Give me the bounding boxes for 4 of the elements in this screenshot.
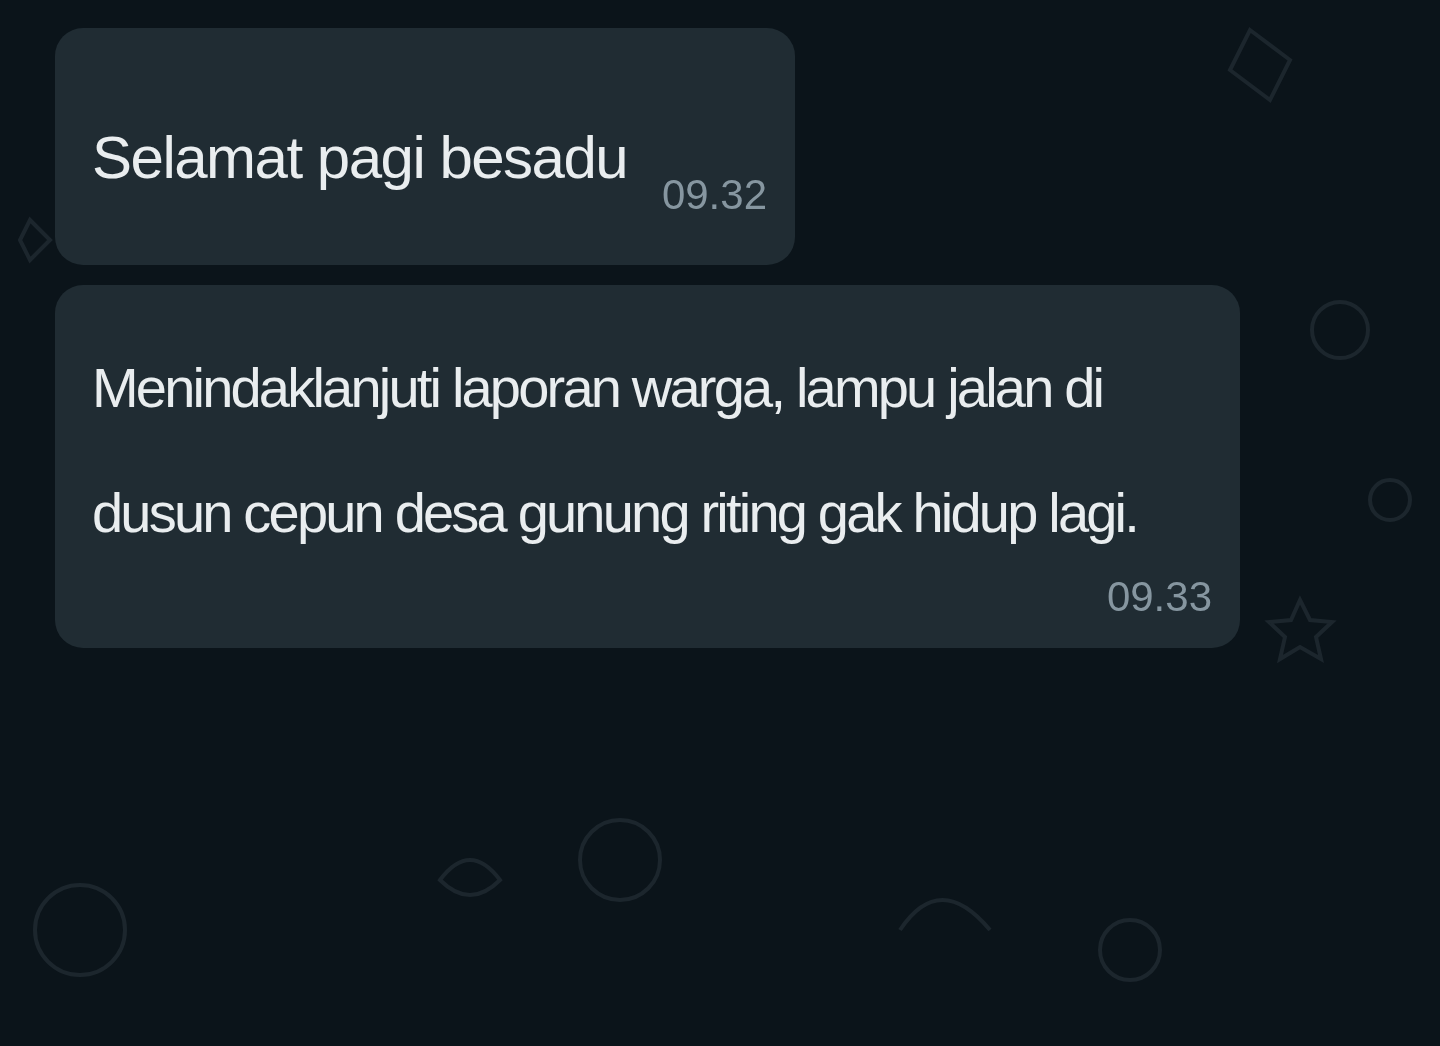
message-time: 09.33 (1106, 572, 1212, 622)
message-text: Menindaklanjuti laporan warga, lampu jalan di dusun cepun desa gunung riting gak hidup lagi. (92, 355, 1138, 546)
message-time: 09.32 (661, 170, 767, 220)
message-text: Selamat pagi besadu (92, 123, 628, 193)
